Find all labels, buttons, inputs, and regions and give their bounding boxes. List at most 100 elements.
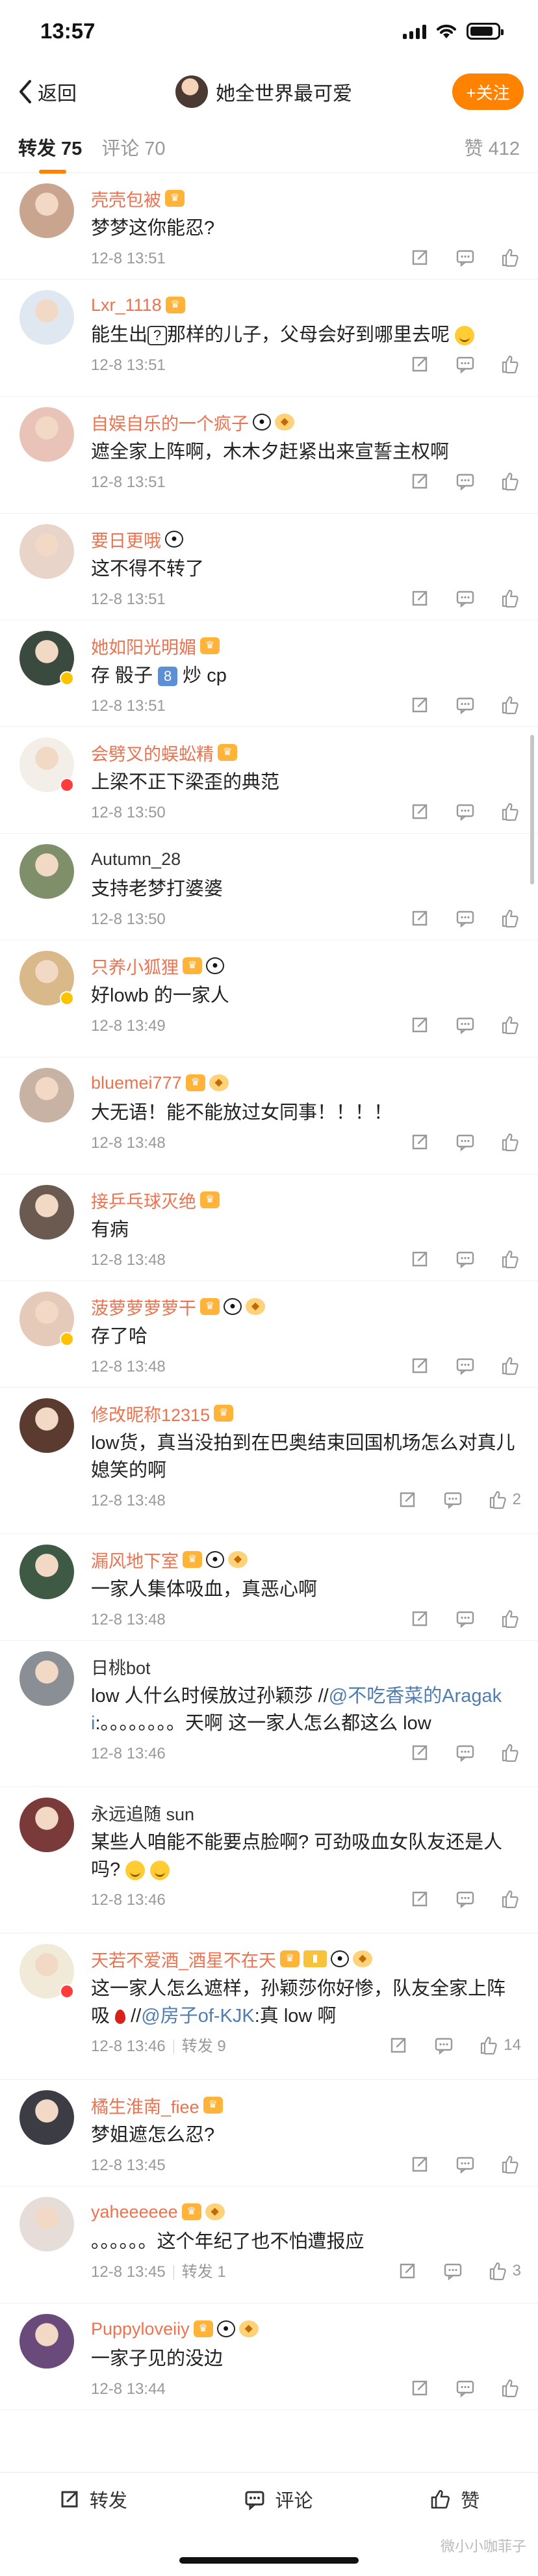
comment-button[interactable] <box>455 354 476 375</box>
username[interactable]: yaheeeeee <box>91 2202 178 2222</box>
comment-button[interactable] <box>455 1249 476 1269</box>
share-button[interactable] <box>409 801 430 822</box>
avatar[interactable] <box>19 844 74 899</box>
share-button[interactable] <box>409 1132 430 1152</box>
avatar[interactable] <box>19 1545 74 1599</box>
follow-button[interactable]: +关注 <box>452 73 524 110</box>
avatar[interactable] <box>19 2090 74 2145</box>
comment-button[interactable] <box>455 247 476 268</box>
bottom-comment-button[interactable]: 评论 <box>244 2486 313 2513</box>
comment-button[interactable] <box>455 2154 476 2175</box>
comment-button[interactable] <box>455 1015 476 1035</box>
username[interactable]: 自娱自乐的一个疯子 <box>91 410 249 435</box>
comment-button[interactable] <box>455 695 476 715</box>
avatar[interactable] <box>19 1185 74 1240</box>
avatar[interactable] <box>19 407 74 462</box>
comment-button[interactable] <box>433 2035 454 2056</box>
username[interactable]: 漏风地下室 <box>91 1547 179 1573</box>
comment-button[interactable] <box>455 471 476 492</box>
like-button[interactable]: 3 <box>488 2261 521 2281</box>
share-button[interactable] <box>409 908 430 929</box>
avatar[interactable] <box>19 1068 74 1122</box>
share-button[interactable] <box>409 588 430 609</box>
username[interactable]: 天若不爱酒_酒星不在天 <box>91 1946 276 1972</box>
comment-button[interactable] <box>455 1889 476 1909</box>
tab-comment[interactable]: 评论 70 <box>101 133 165 161</box>
username[interactable]: 永远追随 sun <box>91 1800 194 1826</box>
share-button[interactable] <box>388 2035 409 2056</box>
like-button[interactable] <box>500 247 521 268</box>
avatar[interactable] <box>19 524 74 579</box>
username[interactable]: 接乒乓球灭绝 <box>91 1188 196 1213</box>
avatar[interactable] <box>19 1398 74 1453</box>
avatar[interactable] <box>19 2197 74 2251</box>
like-button[interactable] <box>500 588 521 609</box>
username[interactable]: 壳壳包被 <box>91 186 161 211</box>
share-button[interactable] <box>409 471 430 492</box>
like-button[interactable] <box>500 1355 521 1376</box>
username[interactable]: 修改昵称12315 <box>91 1401 210 1426</box>
username[interactable]: 只养小狐狸 <box>91 953 179 979</box>
avatar[interactable] <box>19 1651 74 1706</box>
share-button[interactable] <box>409 2378 430 2398</box>
like-button[interactable] <box>500 801 521 822</box>
comment-button[interactable] <box>455 588 476 609</box>
like-button[interactable]: 2 <box>488 1489 521 1510</box>
comment-button[interactable] <box>455 2378 476 2398</box>
comment-button[interactable] <box>455 1132 476 1152</box>
like-button[interactable] <box>500 2154 521 2175</box>
mention-link[interactable]: @房子of-KJK <box>141 2006 254 2026</box>
comment-button[interactable] <box>442 1489 463 1510</box>
like-button[interactable] <box>500 1608 521 1629</box>
share-button[interactable] <box>409 695 430 715</box>
share-button[interactable] <box>397 2261 418 2281</box>
share-button[interactable] <box>409 354 430 375</box>
like-button[interactable] <box>500 908 521 929</box>
like-button[interactable] <box>500 1742 521 1763</box>
tab-repost[interactable]: 转发 75 <box>18 133 82 174</box>
username[interactable]: 橘生淮南_fiee <box>91 2093 199 2118</box>
share-button[interactable] <box>409 1355 430 1376</box>
like-button[interactable] <box>500 471 521 492</box>
like-button[interactable] <box>500 1132 521 1152</box>
like-button[interactable] <box>500 2378 521 2398</box>
avatar[interactable] <box>19 1798 74 1852</box>
comment-button[interactable] <box>455 1608 476 1629</box>
username[interactable]: 她如阳光明媚 <box>91 633 196 659</box>
nav-title-group[interactable]: 她全世界最可爱 <box>175 75 352 108</box>
username[interactable]: bluemei777 <box>91 1073 182 1093</box>
share-button[interactable] <box>409 1015 430 1035</box>
like-button[interactable] <box>500 1889 521 1909</box>
share-button[interactable] <box>409 247 430 268</box>
like-button[interactable] <box>500 1249 521 1269</box>
avatar[interactable] <box>19 290 74 345</box>
username[interactable]: Puppyloveiiy <box>91 2319 190 2339</box>
share-button[interactable] <box>409 1249 430 1269</box>
comment-button[interactable] <box>455 908 476 929</box>
comment-button[interactable] <box>442 2261 463 2281</box>
username[interactable]: 日桃bot <box>91 1654 151 1679</box>
share-button[interactable] <box>409 1608 430 1629</box>
like-button[interactable] <box>500 695 521 715</box>
like-button[interactable]: 14 <box>479 2035 521 2056</box>
tab-likes[interactable]: 赞 412 <box>465 133 520 161</box>
avatar[interactable] <box>19 183 74 238</box>
share-button[interactable] <box>397 1489 418 1510</box>
share-button[interactable] <box>409 2154 430 2175</box>
comment-button[interactable] <box>455 1355 476 1376</box>
share-button[interactable] <box>409 1889 430 1909</box>
like-button[interactable] <box>500 354 521 375</box>
share-button[interactable] <box>409 1742 430 1763</box>
scrollbar[interactable] <box>530 735 534 884</box>
comment-button[interactable] <box>455 801 476 822</box>
like-button[interactable] <box>500 1015 521 1035</box>
bottom-like-button[interactable]: 赞 <box>429 2486 480 2513</box>
back-button[interactable]: 返回 <box>17 77 77 106</box>
bottom-repost-button[interactable]: 转发 <box>58 2486 127 2513</box>
username[interactable]: Lxr_1118 <box>91 295 162 315</box>
username[interactable]: Autumn_28 <box>91 849 181 870</box>
username[interactable]: 要日更哦 <box>91 527 161 552</box>
username[interactable]: 菠萝萝萝萝干 <box>91 1294 196 1320</box>
comment-button[interactable] <box>455 1742 476 1763</box>
username[interactable]: 会劈叉的蜈蚣精 <box>91 740 214 765</box>
